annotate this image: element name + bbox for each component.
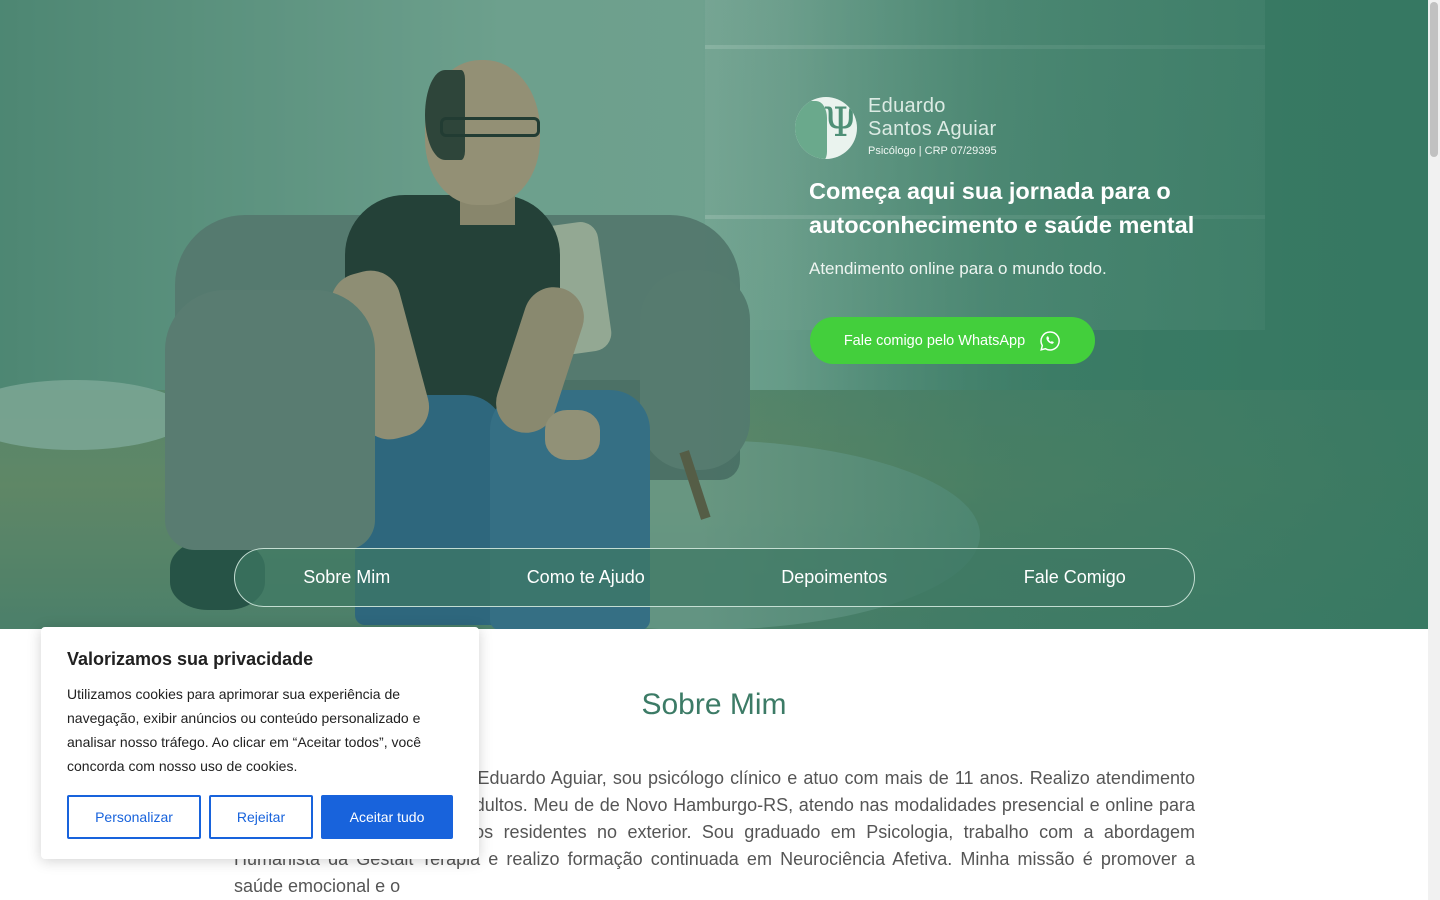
cookie-title: Valorizamos sua privacidade [67,649,314,669]
psi-logo-icon: Ψ [795,97,857,159]
nav-item-como-te-ajudo[interactable]: Como te Ajudo [527,567,645,588]
cookie-accept-all-button[interactable]: Aceitar tudo [321,795,453,839]
whatsapp-cta-label: Fale comigo pelo WhatsApp [843,332,1026,349]
cookie-customize-button[interactable]: Personalizar [67,795,201,839]
cookie-text: Utilizamos cookies para aprimorar sua ex… [67,686,422,774]
whatsapp-icon [1040,330,1061,351]
hero-section: Ψ Eduardo Santos Aguiar Psicólogo | CRP … [0,0,1428,629]
cookie-reject-button[interactable]: Rejeitar [209,795,313,839]
page-scrollbar[interactable] [1428,0,1440,900]
brand-logo[interactable]: Ψ Eduardo Santos Aguiar Psicólogo | CRP … [795,95,1025,165]
hero-subheadline: Atendimento online para o mundo todo. [809,259,1107,278]
whatsapp-cta-button[interactable]: Fale comigo pelo WhatsApp [810,317,1095,364]
nav-item-sobre-mim[interactable]: Sobre Mim [303,567,390,588]
psi-glyph: Ψ [823,100,857,146]
nav-item-fale-comigo[interactable]: Fale Comigo [1024,567,1126,588]
brand-subtitle: Psicólogo | CRP 07/29395 [868,145,997,157]
brand-name-line1: Eduardo [868,95,946,117]
nav-item-depoimentos[interactable]: Depoimentos [781,567,887,588]
brand-name-line2: Santos Aguiar [868,118,997,140]
section-nav: Sobre Mim Como te Ajudo Depoimentos Fale… [234,548,1195,607]
cookie-consent-banner: Valorizamos sua privacidade Utilizamos c… [41,627,479,859]
hero-headline: Começa aqui sua jornada para o autoconhe… [809,178,1195,238]
scrollbar-thumb[interactable] [1430,2,1438,157]
brand-name: Eduardo Santos Aguiar [868,95,996,141]
